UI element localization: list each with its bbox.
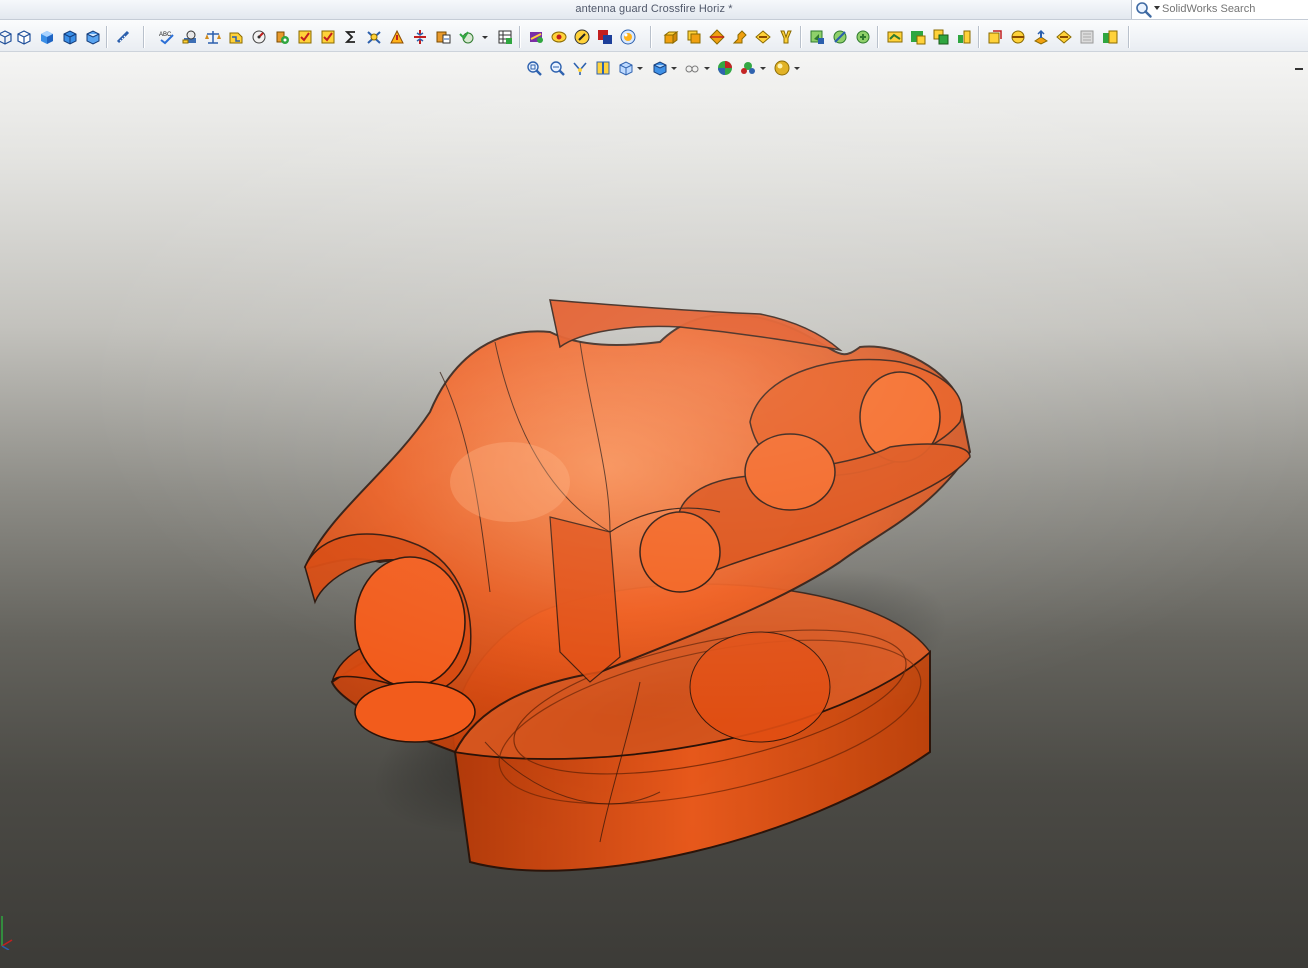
undercut-icon[interactable]	[411, 28, 429, 46]
heads-up-view-toolbar	[524, 58, 814, 78]
cut-extrude-icon[interactable]	[808, 28, 826, 46]
plane-icon[interactable]	[886, 28, 904, 46]
toolbar-separator	[1128, 26, 1130, 48]
3d-model-antenna-guard[interactable]	[280, 232, 1000, 912]
import-diagnostics-icon[interactable]	[273, 28, 291, 46]
title-bar: antenna guard Crossfire Horiz *	[0, 0, 1308, 20]
window-title: antenna guard Crossfire Horiz *	[575, 3, 733, 15]
circular-pattern-icon[interactable]	[1032, 28, 1050, 46]
toolbar-separator	[106, 26, 108, 48]
search-options-chevron-down-icon[interactable]	[1154, 6, 1160, 10]
chamfer-icon[interactable]	[777, 28, 795, 46]
view-wireframe-icon[interactable]	[0, 28, 14, 46]
geometry-analysis-icon[interactable]	[250, 28, 268, 46]
toolbar-separator	[143, 26, 145, 48]
axis-triad-icon	[1, 916, 13, 950]
point-icon[interactable]	[955, 28, 973, 46]
mass-properties-icon[interactable]	[181, 28, 199, 46]
view-orientation-chevron-down-icon[interactable]	[637, 67, 643, 70]
revolve-icon[interactable]	[685, 28, 703, 46]
hide-show-items-icon[interactable]	[682, 58, 702, 78]
cut-sweep-icon[interactable]	[854, 28, 872, 46]
measure-icon[interactable]	[114, 28, 132, 46]
graphics-viewport[interactable]	[0, 52, 1308, 968]
loft-icon[interactable]	[731, 28, 749, 46]
check-icon[interactable]	[227, 28, 245, 46]
simulation-icon[interactable]	[527, 28, 545, 46]
command-toolbar: ABC	[0, 20, 1308, 52]
wrap-icon[interactable]	[1101, 28, 1119, 46]
edit-appearance-icon[interactable]	[715, 58, 735, 78]
minimize-panel-icon[interactable]	[1295, 68, 1303, 70]
view-settings-icon[interactable]	[772, 58, 792, 78]
apply-scene-icon[interactable]	[738, 58, 758, 78]
shell-icon[interactable]	[1055, 28, 1073, 46]
curvature-icon[interactable]	[365, 28, 383, 46]
view-orientation-icon[interactable]	[616, 58, 636, 78]
sum-icon[interactable]	[342, 28, 360, 46]
display-style-chevron-down-icon[interactable]	[671, 67, 677, 70]
coordinate-system-icon[interactable]	[932, 28, 950, 46]
extrude-boss-icon[interactable]	[662, 28, 680, 46]
axis-icon[interactable]	[909, 28, 927, 46]
zoom-to-area-icon[interactable]	[547, 58, 567, 78]
previous-view-icon[interactable]	[570, 58, 590, 78]
sweep-icon[interactable]	[708, 28, 726, 46]
check-sketch-icon[interactable]	[573, 28, 591, 46]
toolbar-separator	[978, 26, 980, 48]
toolbar-separator	[877, 26, 879, 48]
more-tools-chevron-down-icon[interactable]	[480, 28, 490, 46]
spell-check-icon[interactable]: ABC	[158, 28, 176, 46]
parting-line-icon[interactable]	[434, 28, 452, 46]
fillet-icon[interactable]	[754, 28, 772, 46]
toolbar-separator	[519, 26, 521, 48]
display-style-icon[interactable]	[650, 58, 670, 78]
appearance-icon[interactable]	[596, 28, 614, 46]
view-shaded-edges-icon[interactable]	[61, 28, 79, 46]
toolbar-separator	[800, 26, 802, 48]
zebra-stripes-icon[interactable]	[319, 28, 337, 46]
zoom-to-fit-icon[interactable]	[524, 58, 544, 78]
section-properties-icon[interactable]	[204, 28, 222, 46]
view-settings-chevron-down-icon[interactable]	[794, 67, 800, 70]
magnifier-icon[interactable]	[1135, 1, 1153, 19]
rib-icon[interactable]	[1078, 28, 1096, 46]
view-shaded-icon[interactable]	[38, 28, 56, 46]
search-box[interactable]	[1131, 0, 1308, 19]
realview-icon[interactable]	[619, 28, 637, 46]
deviation-analysis-icon[interactable]	[296, 28, 314, 46]
view-hidden-lines-icon[interactable]	[15, 28, 33, 46]
search-input[interactable]	[1162, 2, 1302, 16]
rebuild-icon[interactable]	[550, 28, 568, 46]
toolbar-separator	[650, 26, 652, 48]
linear-pattern-icon[interactable]	[1009, 28, 1027, 46]
apply-scene-chevron-down-icon[interactable]	[760, 67, 766, 70]
draft-analysis-icon[interactable]	[388, 28, 406, 46]
hide-show-chevron-down-icon[interactable]	[704, 67, 710, 70]
mirror-icon[interactable]	[986, 28, 1004, 46]
section-view-icon[interactable]	[593, 58, 613, 78]
compare-icon[interactable]	[496, 28, 514, 46]
view-isometric-icon[interactable]	[84, 28, 102, 46]
thickness-icon[interactable]	[457, 28, 475, 46]
cut-revolve-icon[interactable]	[831, 28, 849, 46]
